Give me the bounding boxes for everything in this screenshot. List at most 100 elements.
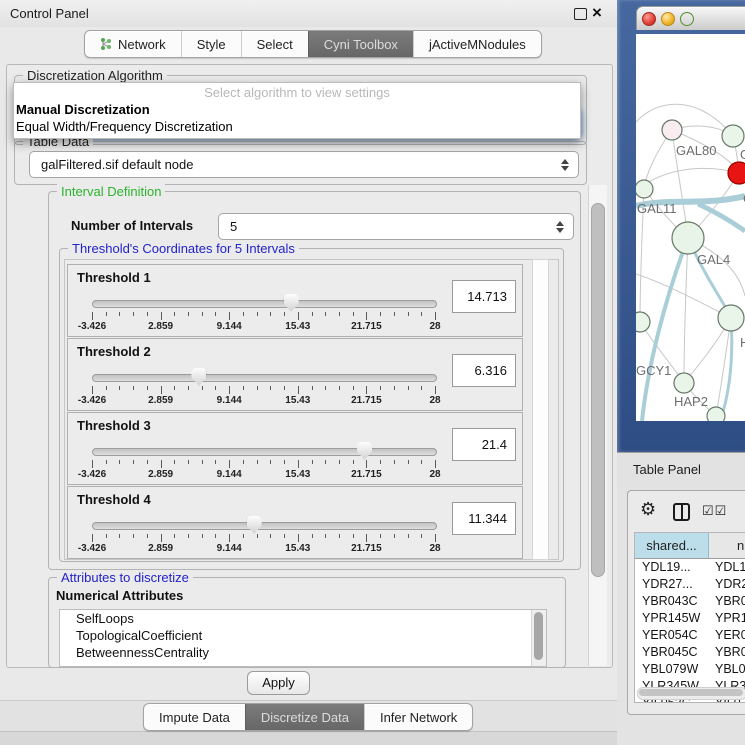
attributes-scrollbar[interactable] xyxy=(531,610,546,666)
node-table: shared... n YDL19...YDL1YDR27...YDR2YBR0… xyxy=(634,532,745,703)
table-row[interactable]: YPR145WYPR1 xyxy=(635,610,745,627)
threshold-value-field[interactable]: 6.316 xyxy=(452,354,516,387)
node-gal11[interactable] xyxy=(636,180,653,198)
table-row[interactable]: YER054CYER0 xyxy=(635,627,745,644)
cyni-toolbox-panel: Discretization Algorithm Select algorith… xyxy=(6,64,613,668)
slider-track[interactable] xyxy=(92,374,437,382)
table-data-group: Table Data galFiltered.sif default node xyxy=(14,141,587,185)
cell-shared-name[interactable]: YBL079W xyxy=(635,661,708,678)
table-data-combobox[interactable]: galFiltered.sif default node xyxy=(29,151,579,178)
cell-shared-name[interactable]: YER054C xyxy=(635,627,708,644)
cell-shared-name[interactable]: YBR043C xyxy=(635,593,708,610)
threshold-value-field[interactable]: 11.344 xyxy=(452,502,516,535)
tab-style[interactable]: Style xyxy=(181,31,241,57)
table-row[interactable]: YBR045CYBR0 xyxy=(635,644,745,661)
tab-jactivemnodules[interactable]: jActiveMNodules xyxy=(413,31,541,57)
attributes-scrollbar-thumb[interactable] xyxy=(534,612,543,660)
table-header-row: shared... n xyxy=(635,533,745,559)
number-of-intervals-value: 5 xyxy=(219,219,555,234)
attribute-item[interactable]: SelfLoops xyxy=(60,610,546,627)
interval-definition-title: Interval Definition xyxy=(57,184,165,199)
checkbox-icons[interactable]: ☑☑ xyxy=(702,503,727,519)
column-header-shared[interactable]: shared... xyxy=(635,533,709,558)
cell-name[interactable]: YBR0 xyxy=(708,644,745,661)
minimize-traffic-light[interactable] xyxy=(661,12,675,26)
threshold-value-field[interactable]: 21.4 xyxy=(452,428,516,461)
cell-name[interactable]: YDL1 xyxy=(708,559,745,576)
numerical-attributes-list[interactable]: SelfLoopsTopologicalCoefficientBetweenne… xyxy=(59,609,547,667)
node-gcy1[interactable] xyxy=(636,312,650,332)
attribute-item[interactable]: BetweennessCentrality xyxy=(60,644,546,661)
slider-tick-labels: -3.4262.8599.14415.4321.71528 xyxy=(92,469,435,480)
node-gal80-label: GAL80 xyxy=(676,143,716,158)
threshold-slider[interactable]: -3.4262.8599.14415.4321.71528 xyxy=(92,441,437,481)
tab-network[interactable]: Network xyxy=(85,31,181,57)
table-row[interactable]: YDL19...YDL1 xyxy=(635,559,745,576)
panel-scrollbar[interactable] xyxy=(588,185,607,666)
threshold-label: Threshold 1 xyxy=(77,270,151,285)
algorithm-dropdown-popup: Select algorithm to view settings Manual… xyxy=(13,82,581,139)
apply-button[interactable]: Apply xyxy=(247,671,310,695)
table-horizontal-scrollbar-thumb[interactable] xyxy=(639,689,743,696)
mode-tab-impute-data[interactable]: Impute Data xyxy=(144,704,245,730)
threshold-slider[interactable]: -3.4262.8599.14415.4321.71528 xyxy=(92,367,437,407)
number-of-intervals-combobox[interactable]: 5 xyxy=(218,213,574,240)
tab-select[interactable]: Select xyxy=(241,31,308,57)
threshold-value-field[interactable]: 14.713 xyxy=(452,280,516,313)
slider-track[interactable] xyxy=(92,522,437,530)
gear-icon[interactable]: ⚙ xyxy=(640,499,656,520)
node-h-clipped[interactable] xyxy=(718,305,744,331)
panel-scrollbar-thumb[interactable] xyxy=(591,203,605,577)
table-row[interactable]: YBR043CYBR0 xyxy=(635,593,745,610)
table-row[interactable]: YBL079WYBL0 xyxy=(635,661,745,678)
numerical-attributes-heading: Numerical Attributes xyxy=(56,588,183,603)
tab-cyni-toolbox[interactable]: Cyni Toolbox xyxy=(308,31,413,57)
option-equal-width-frequency[interactable]: Equal Width/Frequency Discretization xyxy=(14,118,580,135)
cell-shared-name[interactable]: YDL19... xyxy=(635,559,708,576)
attribute-item[interactable]: TopologicalCoefficient xyxy=(60,627,546,644)
cell-shared-name[interactable]: YDR27... xyxy=(635,576,708,593)
node-red[interactable] xyxy=(728,162,745,184)
table-row[interactable]: YDR27...YDR2 xyxy=(635,576,745,593)
close-icon[interactable]: × xyxy=(592,3,602,23)
cell-name[interactable]: YBL0 xyxy=(708,661,745,678)
tab-label: Discretize Data xyxy=(261,710,349,725)
threshold-label: Threshold 3 xyxy=(77,418,151,433)
node-gal80[interactable] xyxy=(662,120,682,140)
tab-label: Impute Data xyxy=(159,710,230,725)
mode-tab-discretize-data[interactable]: Discretize Data xyxy=(245,704,364,730)
slider-thumb[interactable] xyxy=(357,442,372,460)
float-window-icon[interactable] xyxy=(574,8,587,20)
close-traffic-light[interactable] xyxy=(642,12,656,26)
tab-label: Cyni Toolbox xyxy=(324,37,398,52)
mode-tab-infer-network[interactable]: Infer Network xyxy=(364,704,472,730)
cell-shared-name[interactable]: YBR045C xyxy=(635,644,708,661)
node-gal4[interactable] xyxy=(672,222,704,254)
column-header-name[interactable]: n xyxy=(709,533,745,558)
option-manual-discretization[interactable]: Manual Discretization xyxy=(14,101,580,118)
cell-name[interactable]: YPR1 xyxy=(708,610,745,627)
slider-thumb[interactable] xyxy=(191,368,206,386)
thresholds-scrollbar-track[interactable] xyxy=(532,259,549,560)
zoom-traffic-light[interactable] xyxy=(680,12,694,26)
threshold-slider[interactable]: -3.4262.8599.14415.4321.71528 xyxy=(92,293,437,333)
network-window-titlebar[interactable] xyxy=(636,6,745,30)
cell-name[interactable]: YER0 xyxy=(708,627,745,644)
cell-name[interactable]: YBR0 xyxy=(708,593,745,610)
node-hap2[interactable] xyxy=(674,373,694,393)
table-panel-title: Table Panel xyxy=(633,462,701,477)
column-layout-icon[interactable] xyxy=(673,503,690,521)
cell-shared-name[interactable]: YPR145W xyxy=(635,610,708,627)
slider-track[interactable] xyxy=(92,448,437,456)
slider-track[interactable] xyxy=(92,300,437,308)
slider-thumb[interactable] xyxy=(247,516,262,534)
table-horizontal-scrollbar[interactable] xyxy=(637,687,745,700)
tab-label: Select xyxy=(257,37,293,52)
node-bottom[interactable] xyxy=(707,407,725,421)
threshold-slider[interactable]: -3.4262.8599.14415.4321.71528 xyxy=(92,515,437,555)
cell-name[interactable]: YDR2 xyxy=(708,576,745,593)
node-g-clipped-label: G xyxy=(740,147,745,162)
slider-thumb[interactable] xyxy=(284,294,299,312)
node-g-clipped[interactable] xyxy=(722,125,744,147)
network-view-canvas[interactable]: GAL80GCGAL11GAL4GCY1HHAP2 xyxy=(636,34,745,421)
